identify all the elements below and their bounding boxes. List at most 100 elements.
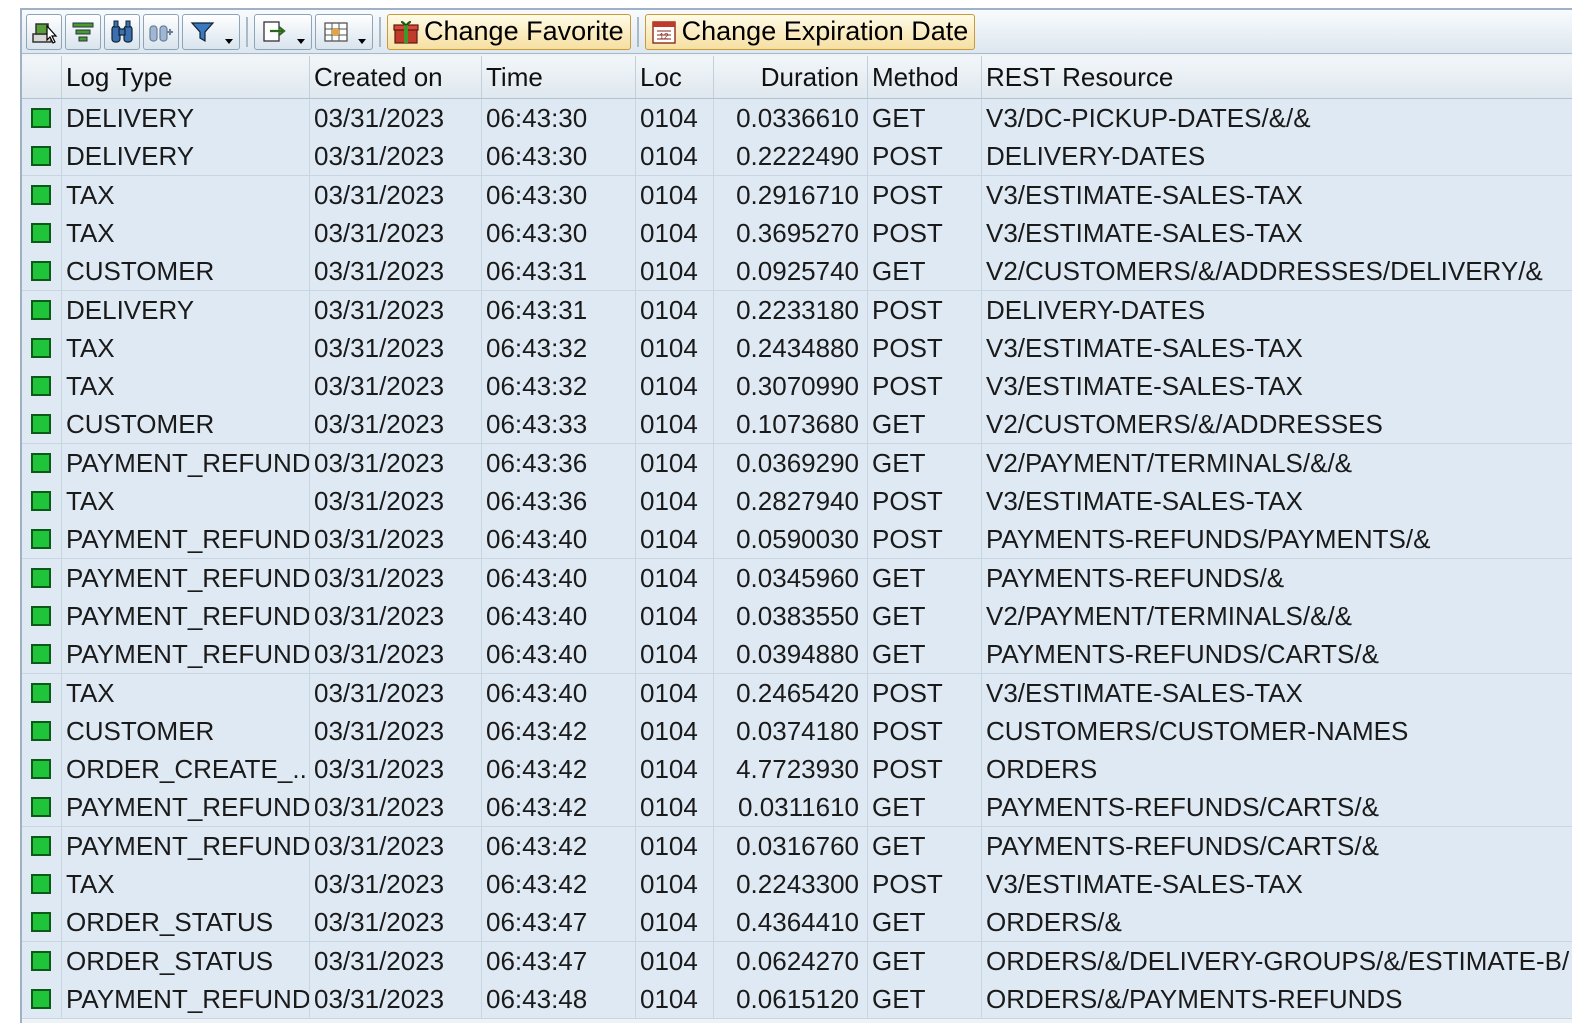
cell-loc[interactable]: 0104 xyxy=(636,750,714,789)
cell-method[interactable]: POST xyxy=(868,865,982,903)
cell-loc[interactable]: 0104 xyxy=(636,941,714,980)
cell-created-on[interactable]: 03/31/2023 xyxy=(310,673,482,712)
cell-duration[interactable]: 0.0369290 xyxy=(714,443,868,482)
table-row[interactable]: DELIVERY 03/31/2023 06:43:31 0104 0.2233180 P… xyxy=(22,290,1572,330)
cell-rest-resource[interactable]: V3/ESTIMATE-SALES-TAX xyxy=(982,367,1572,405)
row-selector-cell[interactable] xyxy=(22,99,62,137)
cell-log-type[interactable]: ORDER_CREATE_... xyxy=(62,750,310,789)
cell-time[interactable]: 06:43:32 xyxy=(482,328,636,367)
cell-duration[interactable]: 0.2222490 xyxy=(714,137,868,176)
cell-rest-resource[interactable]: DELIVERY-DATES xyxy=(982,291,1572,329)
cell-created-on[interactable]: 03/31/2023 xyxy=(310,328,482,367)
cell-method[interactable]: POST xyxy=(868,711,982,750)
row-selector-cell[interactable] xyxy=(22,558,62,597)
find-next-button[interactable] xyxy=(143,13,179,50)
change-expiration-date-button[interactable]: 12 Change Expiration Date xyxy=(644,13,976,50)
find-button[interactable] xyxy=(104,13,140,50)
cell-log-type[interactable]: PAYMENT_REFUND xyxy=(62,788,310,827)
table-row[interactable]: CUSTOMER 03/31/2023 06:43:33 0104 0.1073680 G… xyxy=(22,405,1572,445)
cell-log-type[interactable]: CUSTOMER xyxy=(62,252,310,291)
cell-time[interactable]: 06:43:30 xyxy=(482,213,636,252)
table-row[interactable]: CUSTOMER 03/31/2023 06:43:31 0104 0.0925740 G… xyxy=(22,252,1572,292)
cell-duration[interactable]: 0.0345960 xyxy=(714,558,868,597)
row-selector-cell[interactable] xyxy=(22,175,62,214)
cell-rest-resource[interactable]: PAYMENTS-REFUNDS/CARTS/& xyxy=(982,827,1572,865)
cell-method[interactable]: GET xyxy=(868,826,982,865)
table-row[interactable]: TAX 03/31/2023 06:43:32 0104 0.2434880 POST V3… xyxy=(22,328,1572,368)
table-row[interactable]: PAYMENT_REFUND 03/31/2023 06:43:40 0104 0.05… xyxy=(22,520,1572,560)
cell-log-type[interactable]: DELIVERY xyxy=(62,99,310,137)
cell-created-on[interactable]: 03/31/2023 xyxy=(310,750,482,789)
cell-log-type[interactable]: PAYMENT_REFUND xyxy=(62,558,310,597)
cell-loc[interactable]: 0104 xyxy=(636,865,714,903)
cell-rest-resource[interactable]: ORDERS/&/DELIVERY-GROUPS/&/ESTIMATE-B/ xyxy=(982,942,1572,980)
cell-loc[interactable]: 0104 xyxy=(636,826,714,865)
cell-method[interactable]: POST xyxy=(868,137,982,176)
cell-time[interactable]: 06:43:31 xyxy=(482,252,636,291)
cell-loc[interactable]: 0104 xyxy=(636,175,714,214)
cell-log-type[interactable]: CUSTOMER xyxy=(62,405,310,444)
row-selector-cell[interactable] xyxy=(22,750,62,789)
cell-loc[interactable]: 0104 xyxy=(636,596,714,635)
cell-log-type[interactable]: PAYMENT_REFUND xyxy=(62,826,310,865)
cell-log-type[interactable]: PAYMENT_REFUND xyxy=(62,520,310,559)
cell-rest-resource[interactable]: V3/DC-PICKUP-DATES/&/& xyxy=(982,99,1572,137)
column-header-duration[interactable]: Duration xyxy=(714,56,868,98)
cell-duration[interactable]: 0.3070990 xyxy=(714,367,868,406)
cell-loc[interactable]: 0104 xyxy=(636,558,714,597)
cell-rest-resource[interactable]: ORDERS xyxy=(982,750,1572,788)
cell-time[interactable]: 06:43:30 xyxy=(482,175,636,214)
row-selector-cell[interactable] xyxy=(22,252,62,291)
cell-method[interactable]: POST xyxy=(868,328,982,367)
row-selector-cell[interactable] xyxy=(22,826,62,865)
layout-button[interactable] xyxy=(315,13,373,50)
cell-duration[interactable]: 0.1073680 xyxy=(714,405,868,444)
cell-duration[interactable]: 0.0311610 xyxy=(714,788,868,827)
cell-duration[interactable]: 0.0383550 xyxy=(714,596,868,635)
table-row[interactable]: ORDER_STATUS 03/31/2023 06:43:47 0104 0.0624… xyxy=(22,941,1572,981)
cell-time[interactable]: 06:43:42 xyxy=(482,711,636,750)
change-favorite-button[interactable]: Change Favorite xyxy=(387,13,631,50)
cell-method[interactable]: GET xyxy=(868,252,982,291)
cell-duration[interactable]: 0.0590030 xyxy=(714,520,868,559)
cell-log-type[interactable]: PAYMENT_REFUND xyxy=(62,443,310,482)
cell-duration[interactable]: 0.0336610 xyxy=(714,99,868,137)
cell-time[interactable]: 06:43:40 xyxy=(482,596,636,635)
cell-method[interactable]: POST xyxy=(868,673,982,712)
cell-created-on[interactable]: 03/31/2023 xyxy=(310,99,482,137)
cell-loc[interactable]: 0104 xyxy=(636,290,714,329)
cell-time[interactable]: 06:43:32 xyxy=(482,367,636,406)
table-row[interactable]: PAYMENT_REFUND 03/31/2023 06:43:40 0104 0.03… xyxy=(22,558,1572,598)
table-row[interactable]: PAYMENT_REFUND 03/31/2023 06:43:48 0104 0.06… xyxy=(22,979,1572,1019)
cell-loc[interactable]: 0104 xyxy=(636,903,714,942)
cell-time[interactable]: 06:43:31 xyxy=(482,290,636,329)
cell-created-on[interactable]: 03/31/2023 xyxy=(310,903,482,942)
cell-time[interactable]: 06:43:47 xyxy=(482,941,636,980)
cell-rest-resource[interactable]: PAYMENTS-REFUNDS/& xyxy=(982,559,1572,597)
cell-method[interactable]: GET xyxy=(868,558,982,597)
cell-log-type[interactable]: TAX xyxy=(62,328,310,367)
sort-button[interactable] xyxy=(65,13,101,50)
table-row[interactable]: ORDER_STATUS 03/31/2023 06:43:47 0104 0.4364… xyxy=(22,903,1572,943)
cell-log-type[interactable]: TAX xyxy=(62,175,310,214)
table-row[interactable]: DELIVERY 03/31/2023 06:43:30 0104 0.2222490 P… xyxy=(22,137,1572,177)
cell-log-type[interactable]: ORDER_STATUS xyxy=(62,941,310,980)
cell-loc[interactable]: 0104 xyxy=(636,520,714,559)
cell-rest-resource[interactable]: PAYMENTS-REFUNDS/PAYMENTS/& xyxy=(982,520,1572,558)
cell-loc[interactable]: 0104 xyxy=(636,443,714,482)
row-selector-cell[interactable] xyxy=(22,979,62,1018)
cell-time[interactable]: 06:43:40 xyxy=(482,635,636,674)
cell-loc[interactable]: 0104 xyxy=(636,252,714,291)
cell-created-on[interactable]: 03/31/2023 xyxy=(310,596,482,635)
cell-log-type[interactable]: TAX xyxy=(62,367,310,406)
column-header-method[interactable]: Method xyxy=(868,56,982,98)
cell-rest-resource[interactable]: CUSTOMERS/CUSTOMER-NAMES xyxy=(982,712,1572,750)
cell-created-on[interactable]: 03/31/2023 xyxy=(310,979,482,1018)
cell-duration[interactable]: 0.0316760 xyxy=(714,826,868,865)
column-header-log-type[interactable]: Log Type xyxy=(62,56,310,98)
cell-log-type[interactable]: PAYMENT_REFUND xyxy=(62,635,310,674)
cell-created-on[interactable]: 03/31/2023 xyxy=(310,788,482,827)
cell-created-on[interactable]: 03/31/2023 xyxy=(310,520,482,559)
table-row[interactable]: TAX 03/31/2023 06:43:40 0104 0.2465420 POST V3… xyxy=(22,673,1572,713)
export-button[interactable] xyxy=(254,13,312,50)
